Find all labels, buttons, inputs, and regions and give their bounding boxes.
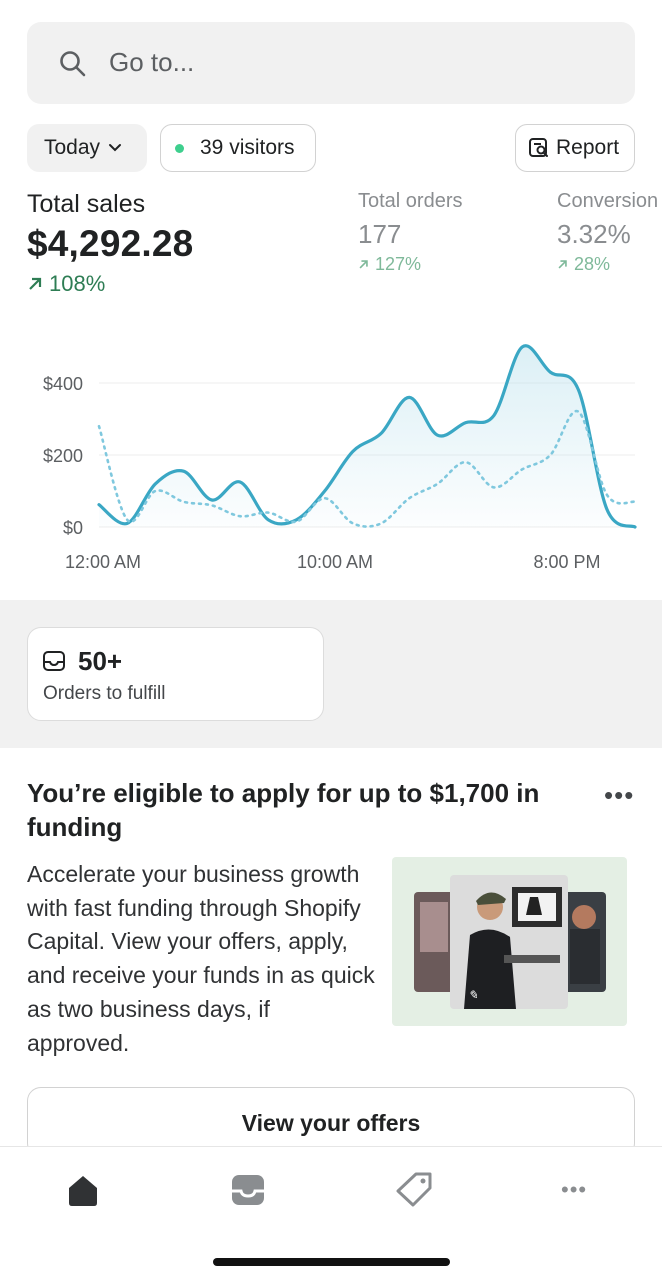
- total-sales-label: Total sales: [27, 190, 146, 218]
- report-icon: [529, 138, 548, 157]
- more-options-button[interactable]: •••: [604, 780, 634, 811]
- search-icon: [60, 51, 86, 77]
- chevron-down-icon: [109, 144, 122, 152]
- conversion-label: Conversion: [557, 190, 659, 212]
- visitors-label: 39 visitors: [200, 136, 295, 159]
- report-label: Report: [556, 136, 620, 159]
- conversion-change: 28%: [557, 254, 658, 275]
- total-orders-change: 127%: [358, 254, 463, 275]
- metric-total-sales[interactable]: Total sales $4,292.28 108%: [27, 190, 193, 297]
- arrow-up-right-icon: [359, 260, 368, 269]
- arrow-up-right-icon: [29, 277, 42, 290]
- home-icon: [69, 1176, 97, 1206]
- home-indicator: [213, 1258, 450, 1266]
- funding-description: Accelerate your business growth with fas…: [27, 861, 375, 1056]
- tab-more[interactable]: •••: [561, 1177, 587, 1203]
- svg-text:✎: ✎: [468, 988, 478, 1002]
- total-orders-value: 177: [358, 219, 402, 249]
- products-tag-icon: [396, 1172, 432, 1207]
- tab-home[interactable]: [64, 1171, 102, 1214]
- report-button[interactable]: Report: [515, 124, 635, 172]
- search-input[interactable]: Go to...: [109, 47, 194, 78]
- conversion-value: 3.32%: [557, 219, 631, 249]
- orders-to-fulfill-label: Orders to fulfill: [43, 683, 166, 704]
- x-tick-label: 10:00 AM: [297, 552, 373, 572]
- funding-illustration: ✎: [392, 857, 627, 1026]
- x-tick-label: 12:00 AM: [65, 552, 141, 572]
- tab-orders[interactable]: [229, 1171, 267, 1214]
- live-visitors-button[interactable]: 39 visitors: [160, 124, 316, 172]
- orders-to-fulfill-card[interactable]: 50+ Orders to fulfill: [27, 627, 324, 721]
- orders-inbox-icon: [232, 1175, 264, 1205]
- more-icon: •••: [561, 1177, 588, 1202]
- orders-to-fulfill-count: 50+: [78, 646, 123, 676]
- y-tick-label: $400: [43, 374, 83, 394]
- date-filter-label: Today: [44, 136, 101, 159]
- metric-total-orders[interactable]: Total orders 177 127%: [358, 190, 463, 275]
- sales-chart[interactable]: $400 $200 $0 12:00 AM 10:00 AM 8:00 PM: [0, 330, 662, 585]
- tab-products[interactable]: [394, 1171, 434, 1214]
- search-bar[interactable]: Go to...: [27, 22, 635, 104]
- total-sales-value: $4,292.28: [27, 223, 194, 264]
- y-tick-label: $0: [63, 518, 83, 538]
- metric-conversion[interactable]: Conversion 3.32% 28%: [557, 190, 658, 275]
- date-filter-button[interactable]: Today: [27, 124, 147, 172]
- x-tick-label: 8:00 PM: [533, 552, 600, 572]
- total-orders-label: Total orders: [358, 190, 463, 212]
- inbox-icon: [43, 651, 65, 671]
- arrow-up-right-icon: [558, 260, 567, 269]
- live-status-dot: [175, 143, 184, 153]
- y-tick-label: $200: [43, 446, 83, 466]
- funding-title: You’re eligible to apply for up to $1,70…: [27, 778, 540, 842]
- total-sales-change: 108%: [27, 271, 193, 297]
